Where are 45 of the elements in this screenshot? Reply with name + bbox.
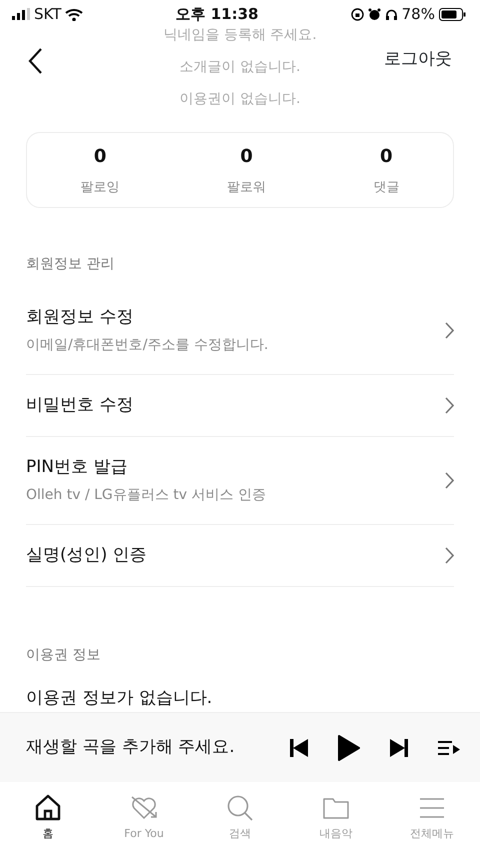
stat-label: 팔로워 bbox=[226, 178, 266, 197]
section-heading: 이용권 정보 bbox=[25, 646, 102, 665]
chevron-right-icon bbox=[445, 322, 454, 339]
stat-label: 팔로잉 bbox=[80, 178, 120, 197]
wifi-icon bbox=[65, 8, 84, 20]
menu-title: 비밀번호 수정 bbox=[26, 394, 134, 417]
tab-button[interactable]: 홈 bbox=[0, 782, 96, 854]
player-message: 재생할 곡을 추가해 주세요. bbox=[26, 736, 236, 759]
next-icon[interactable] bbox=[390, 738, 408, 756]
status-time: 오후 11:38 bbox=[176, 4, 258, 25]
home-icon bbox=[34, 794, 62, 822]
stat-value: 0 bbox=[240, 144, 253, 169]
heart-arrow-icon bbox=[130, 794, 158, 822]
menu-row[interactable]: 회원정보 수정 이메일/휴대폰번호/주소를 수정합니다. bbox=[26, 287, 454, 375]
menu-title: PIN번호 발급 bbox=[26, 456, 128, 480]
previous-icon[interactable] bbox=[290, 738, 308, 756]
menu-row[interactable]: 비밀번호 수정 bbox=[26, 375, 454, 437]
menu-title: 실명(성인) 인증 bbox=[26, 544, 148, 567]
playlist-icon[interactable] bbox=[438, 740, 460, 756]
menu-row[interactable]: 실명(성인) 인증 bbox=[26, 525, 454, 587]
stat-label: 댓글 bbox=[373, 178, 400, 197]
faded-text: 이용권이 없습니다. bbox=[180, 92, 300, 106]
stat-value: 0 bbox=[94, 144, 106, 169]
headphones-icon bbox=[384, 8, 398, 20]
info-text: 이용권 정보가 없습니다. bbox=[25, 687, 214, 710]
menu-row[interactable]: PIN번호 발급 Olleh tv / LG유플러스 tv 서비스 인증 bbox=[26, 437, 454, 525]
logout-link[interactable]: 로그아웃 bbox=[384, 47, 452, 72]
menu-subtitle: Olleh tv / LG유플러스 tv 서비스 인증 bbox=[26, 486, 267, 505]
menu-title: 회원정보 수정 bbox=[26, 306, 134, 330]
search-icon bbox=[226, 794, 254, 822]
rotation-lock-icon bbox=[350, 8, 364, 20]
play-icon[interactable] bbox=[338, 734, 360, 760]
menu-subtitle: 이메일/휴대폰번호/주소를 수정합니다. bbox=[26, 336, 270, 355]
signal-icon bbox=[12, 8, 30, 20]
battery-icon bbox=[438, 8, 466, 20]
section-heading: 회원정보 관리 bbox=[25, 255, 116, 274]
chevron-right-icon bbox=[445, 397, 454, 414]
back-icon[interactable] bbox=[28, 48, 42, 74]
chevron-right-icon bbox=[445, 547, 454, 564]
stat-value: 0 bbox=[380, 144, 393, 169]
carrier-name: SKT bbox=[34, 4, 62, 25]
battery-percent: 78% bbox=[402, 4, 435, 25]
faded-text: 소개글이 없습니다. bbox=[180, 60, 300, 74]
chevron-right-icon bbox=[445, 472, 454, 489]
faded-text: 닉네임을 등록해 주세요. bbox=[163, 28, 317, 42]
